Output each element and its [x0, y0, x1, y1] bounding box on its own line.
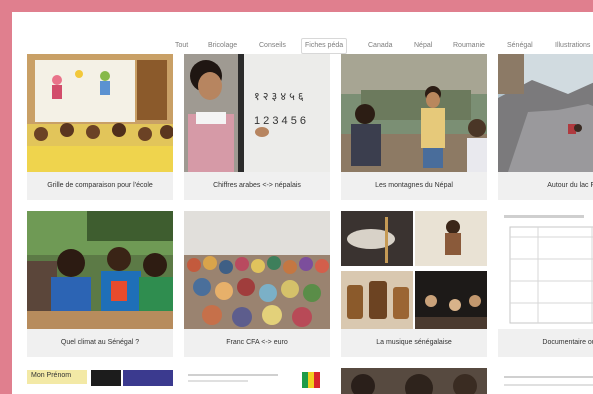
card-autour-du-lac[interactable]: Autour du lac F [498, 54, 593, 202]
photo-drums [341, 271, 413, 329]
card-caption[interactable]: Quel climat au Sénégal ? [27, 329, 173, 357]
card-caption[interactable]: Les montagnes du Népal [341, 172, 487, 200]
filter-fiches-peda[interactable]: Fiches péda [301, 38, 348, 54]
card-montagnes-nepal[interactable]: Les montagnes du Népal [341, 54, 487, 202]
filter-roumanie[interactable]: Roumanie [450, 39, 488, 53]
filter-conseils[interactable]: Conseils [256, 39, 289, 53]
card-photo-market [184, 211, 330, 329]
card-photo-people [341, 368, 487, 394]
card-photo-kids-outdoor [341, 54, 487, 172]
page-frame: Tout Bricolage Conseils Fiches péda Cana… [12, 12, 593, 394]
card-documentaire[interactable]: Documentaire ou f [498, 211, 593, 359]
card-thumbnail-lined-sheet [498, 368, 593, 394]
card-climat-senegal[interactable]: Quel climat au Sénégal ? [27, 211, 173, 359]
card-photo-collage-music [341, 211, 487, 329]
card-caption[interactable]: La musique sénégalaise [341, 329, 487, 357]
filter-nepal[interactable]: Népal [411, 39, 435, 53]
card-franc-cfa[interactable]: Franc CFA <-> euro [184, 211, 330, 359]
filter-bricolage[interactable]: Bricolage [205, 39, 240, 53]
svg-text:१ २ ३ ४ ५ ६: १ २ ३ ४ ५ ६ [254, 91, 304, 103]
filter-tout[interactable]: Tout [172, 39, 191, 53]
card-caption[interactable]: Autour du lac F [498, 172, 593, 200]
svg-text:1 2 3 4 5 6: 1 2 3 4 5 6 [254, 115, 306, 127]
filter-senegal[interactable]: Sénégal [504, 39, 536, 53]
card-caption[interactable]: Franc CFA <-> euro [184, 329, 330, 357]
photo-child-sitting [415, 211, 487, 266]
card-photo-children-senegal [27, 211, 173, 329]
card-grille-comparaison[interactable]: Grille de comparaison pour l'école [27, 54, 173, 202]
card-caption[interactable]: Documentaire ou f [498, 329, 593, 357]
card-photo-portrait[interactable] [341, 368, 487, 394]
card-musique-senegalaise[interactable]: La musique sénégalaise [341, 211, 487, 359]
card-worksheet-flag[interactable] [184, 368, 330, 394]
photo-dancers [415, 271, 487, 329]
card-photo-classroom [27, 54, 173, 172]
card-photo-rock-lake [498, 54, 593, 172]
card-caption[interactable]: Chiffres arabes <-> népalais [184, 172, 330, 200]
card-thumbnail-worksheet [498, 211, 593, 329]
filter-illustrations[interactable]: Illustrations [552, 39, 593, 53]
card-chiffres-arabes[interactable]: १ २ ३ ४ ५ ६ 1 2 3 4 5 6 Chiffres arabes … [184, 54, 330, 202]
photo-instrument [341, 211, 413, 266]
card-caption[interactable]: Grille de comparaison pour l'école [27, 172, 173, 200]
card-thumbnail-worksheet-flag [184, 368, 330, 394]
poster-title: Mon Prénom [31, 372, 72, 379]
card-mon-prenom[interactable]: Mon Prénom [27, 368, 173, 394]
card-worksheet-lined[interactable] [498, 368, 593, 394]
filter-canada[interactable]: Canada [365, 39, 396, 53]
card-photo-whiteboard: १ २ ३ ४ ५ ६ 1 2 3 4 5 6 [184, 54, 330, 172]
